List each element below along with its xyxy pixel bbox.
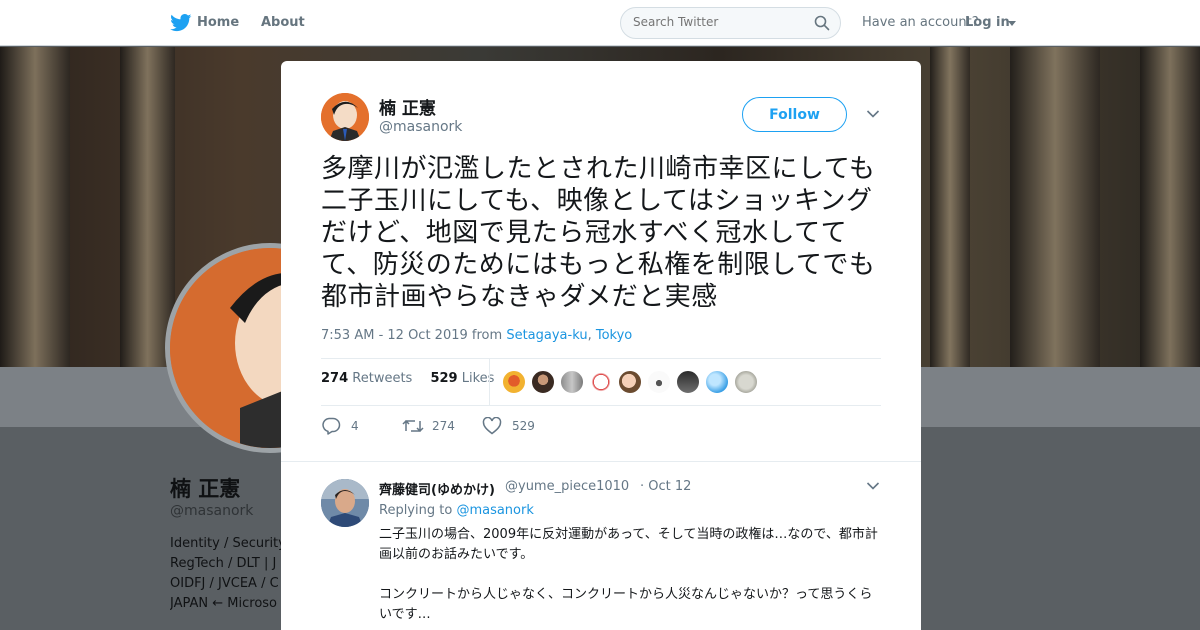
- chevron-down-icon[interactable]: [1008, 21, 1016, 26]
- reply-separator: ·: [640, 479, 645, 494]
- follow-button[interactable]: Follow: [742, 97, 847, 132]
- reply-text: 二子玉川の場合、2009年に反対運動があって、そして当時の政権は…なので、都市計…: [379, 525, 879, 630]
- from-label: from: [471, 328, 503, 343]
- place-district-link[interactable]: Setagaya-ku: [506, 328, 587, 343]
- profile-name: 楠 正憲: [170, 477, 241, 501]
- like-button[interactable]: 529: [482, 416, 557, 436]
- replying-to: Replying to @masanork: [379, 503, 534, 518]
- place-city-link[interactable]: Tokyo: [596, 328, 632, 343]
- reply-author-avatar[interactable]: [321, 479, 369, 527]
- place-separator: ,: [587, 328, 592, 343]
- profile-bio-line: RegTech / DLT | J: [170, 556, 277, 571]
- top-nav: Home About Have an account? Log in: [0, 0, 1200, 46]
- profile-handle: @masanork: [170, 503, 254, 519]
- reply-author-name[interactable]: 齊藤健司(ゆめかけ): [379, 479, 495, 498]
- tweet-meta: 7:53 AM - 12 Oct 2019 from Setagaya-ku, …: [321, 328, 632, 343]
- divider: [281, 461, 921, 462]
- login-link[interactable]: Log in: [965, 15, 1010, 30]
- liker-avatar[interactable]: [734, 370, 758, 394]
- reply-button[interactable]: 4: [321, 416, 371, 436]
- liker-avatar[interactable]: [705, 370, 729, 394]
- retweet-icon: [402, 419, 424, 433]
- twitter-bird-icon[interactable]: [170, 14, 192, 32]
- profile-bio: Identity / Security RegTech / DLT | J OI…: [170, 534, 290, 614]
- retweets-label: Retweets: [352, 371, 413, 386]
- liker-avatar[interactable]: [560, 370, 584, 394]
- replying-to-label: Replying to: [379, 503, 453, 518]
- replying-to-link[interactable]: @masanork: [456, 503, 533, 518]
- tweet-timestamp[interactable]: 7:53 AM - 12 Oct 2019: [321, 328, 468, 343]
- tweet-modal: 楠 正憲 @masanork Follow 多摩川が氾濫したとされた川崎市幸区に…: [281, 61, 921, 630]
- likes-stat[interactable]: 529 Likes: [430, 371, 494, 386]
- reply-count: 4: [351, 419, 359, 433]
- reply-paragraph: コンクリートから人じゃなく、コンクリートから人災なんじゃないか？って思うくらいで…: [379, 587, 873, 622]
- liker-avatar[interactable]: [676, 370, 700, 394]
- nav-home-link[interactable]: Home: [197, 15, 239, 30]
- search-box[interactable]: [620, 7, 841, 39]
- profile-bio-line: OIDFJ / JVCEA / C: [170, 576, 279, 591]
- heart-icon: [482, 417, 502, 435]
- retweets-stat[interactable]: 274 Retweets: [321, 371, 412, 386]
- author-name[interactable]: 楠 正憲: [379, 94, 436, 119]
- liker-avatar[interactable]: [618, 370, 642, 394]
- tweet-text: 多摩川が氾濫したとされた川崎市幸区にしても二子玉川にしても、映像としてはショッキ…: [321, 154, 876, 312]
- author-avatar[interactable]: [321, 93, 369, 141]
- chevron-down-icon[interactable]: [866, 109, 880, 119]
- profile-bio-line: Identity / Security: [170, 536, 286, 551]
- reply-icon: [322, 417, 341, 435]
- reply-timestamp[interactable]: · Oct 12: [640, 479, 691, 494]
- retweet-button[interactable]: 274: [402, 416, 477, 436]
- liker-avatar[interactable]: [502, 370, 526, 394]
- reply-paragraph: 二子玉川の場合、2009年に反対運動があって、そして当時の政権は…なので、都市計…: [379, 527, 878, 562]
- nav-about-link[interactable]: About: [261, 15, 305, 30]
- search-icon[interactable]: [814, 15, 830, 31]
- profile-bio-line: JAPAN ← Microso: [170, 596, 277, 611]
- liker-avatar[interactable]: [589, 370, 613, 394]
- divider: [321, 358, 881, 359]
- search-input[interactable]: [633, 15, 803, 29]
- divider: [321, 405, 881, 406]
- likes-count: 529: [430, 371, 458, 386]
- author-handle[interactable]: @masanork: [379, 119, 462, 135]
- reply-date[interactable]: Oct 12: [648, 479, 691, 494]
- retweets-count: 274: [321, 371, 349, 386]
- close-icon[interactable]: [1154, 12, 1178, 36]
- liker-avatar[interactable]: [531, 370, 555, 394]
- tweet-stats: 274 Retweets 529 Likes: [321, 371, 494, 386]
- have-account-text: Have an account?: [862, 15, 979, 30]
- divider: [489, 359, 490, 405]
- liker-avatar[interactable]: [647, 370, 671, 394]
- reply-author-handle[interactable]: @yume_piece1010: [505, 479, 629, 494]
- like-count: 529: [512, 419, 535, 433]
- retweet-count: 274: [432, 419, 455, 433]
- chevron-down-icon[interactable]: [866, 481, 880, 491]
